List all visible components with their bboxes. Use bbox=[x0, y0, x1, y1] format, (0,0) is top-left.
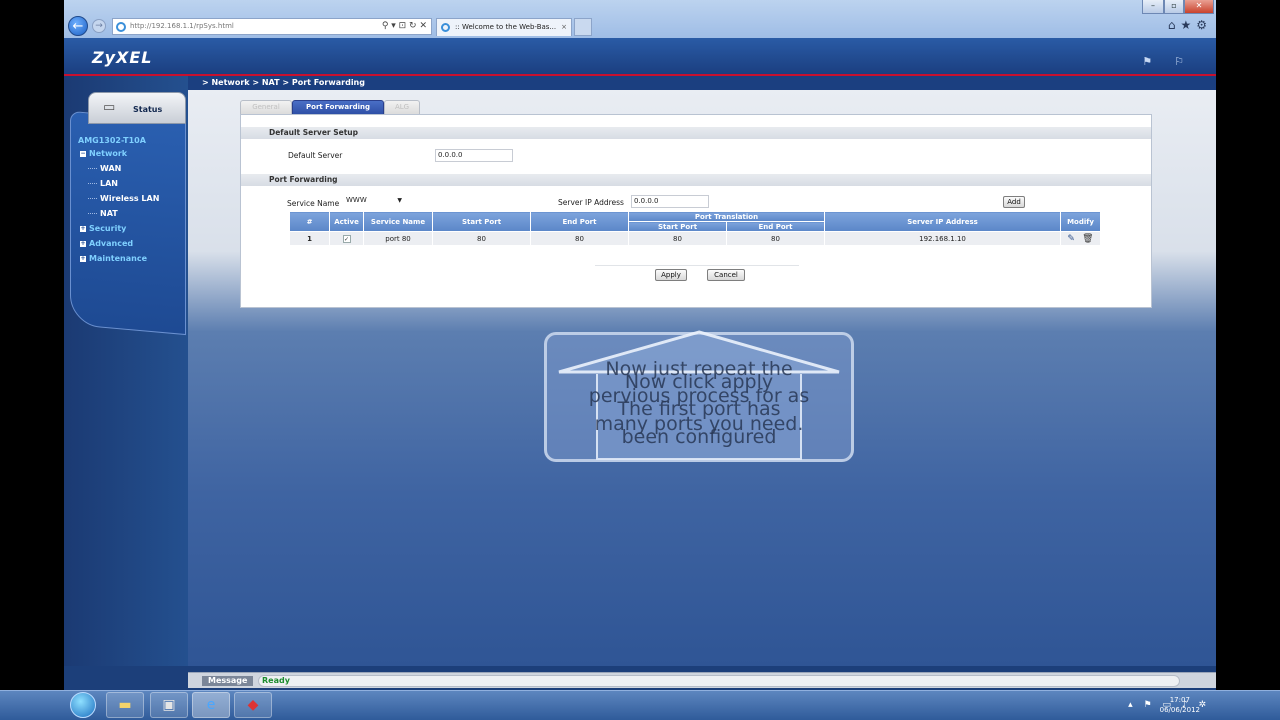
delete-icon[interactable]: 🗑 bbox=[1082, 234, 1093, 244]
tab-alg[interactable]: ALG bbox=[384, 100, 420, 114]
message-label: Message bbox=[202, 676, 254, 686]
message-status: Ready bbox=[262, 676, 290, 685]
sidebar-item-label: Maintenance bbox=[89, 254, 148, 263]
new-tab-button[interactable] bbox=[574, 18, 592, 36]
service-name-label: Service Name bbox=[287, 199, 340, 208]
port-forwarding-table: # Active Service Name Start Port End Por… bbox=[289, 211, 1101, 246]
default-server-section-title: Default Server Setup bbox=[241, 127, 1151, 139]
sidebar-item-maintenance[interactable]: + Maintenance bbox=[80, 254, 147, 263]
col-num: # bbox=[289, 211, 330, 232]
default-server-input[interactable]: 0.0.0.0 bbox=[435, 149, 513, 162]
explorer-taskbar-icon[interactable]: ▬ bbox=[106, 692, 144, 718]
col-start-port: Start Port bbox=[432, 211, 531, 232]
col-active: Active bbox=[329, 211, 364, 232]
sidebar-item-nat[interactable]: NAT bbox=[88, 209, 118, 218]
sidebar: ▭ Status AMG1302-T10A − Network WAN LAN W… bbox=[64, 76, 188, 666]
sidebar-item-label: Security bbox=[89, 224, 127, 233]
col-modify: Modify bbox=[1060, 211, 1101, 232]
col-server-ip: Server IP Address bbox=[824, 211, 1061, 232]
status-label: Status bbox=[133, 105, 163, 114]
row-modify: ✎ 🗑 bbox=[1060, 231, 1101, 246]
collapse-icon: − bbox=[80, 149, 86, 157]
expand-icon: + bbox=[80, 239, 86, 247]
tab-title: :: Welcome to the Web-Bas... bbox=[455, 23, 557, 31]
back-button[interactable]: ← bbox=[68, 16, 88, 36]
tutorial-overlay: Now just repeat the Now click apply perv… bbox=[544, 330, 854, 462]
sidebar-item-wireless-lan[interactable]: Wireless LAN bbox=[87, 194, 159, 203]
clock[interactable]: 17:07 06/06/2012 bbox=[1160, 695, 1200, 715]
media-taskbar-icon[interactable]: ▣ bbox=[150, 692, 188, 718]
row-start-port: 80 bbox=[432, 231, 531, 246]
server-ip-input[interactable]: 0.0.0.0 bbox=[631, 195, 709, 208]
clock-date: 06/06/2012 bbox=[1159, 706, 1200, 714]
tab-general[interactable]: General bbox=[240, 100, 292, 114]
divider bbox=[595, 265, 799, 266]
browser-window: – ▫ ✕ ← → http://192.168.1.1/rpSys.html … bbox=[64, 0, 1216, 720]
breadcrumb: > Network > NAT > Port Forwarding bbox=[188, 76, 1216, 90]
chevron-down-icon: ▼ bbox=[397, 197, 402, 204]
expand-icon: + bbox=[80, 254, 86, 262]
sidebar-item-lan[interactable]: LAN bbox=[88, 179, 118, 188]
minimize-button[interactable]: – bbox=[1142, 0, 1164, 14]
router-header: ZyXEL ⚑⚐ bbox=[64, 38, 1216, 76]
row-end-port: 80 bbox=[530, 231, 629, 246]
row-service: port 80 bbox=[363, 231, 433, 246]
url-text: http://192.168.1.1/rpSys.html bbox=[130, 22, 234, 30]
sidebar-item-advanced[interactable]: + Advanced bbox=[80, 239, 133, 248]
search-refresh-stop-icons[interactable]: ⚲ ▾ ⊡ ↻ ✕ bbox=[382, 19, 427, 34]
cancel-button[interactable]: Cancel bbox=[707, 269, 745, 281]
apply-button[interactable]: Apply bbox=[655, 269, 687, 281]
table-row: 1 ✓ port 80 80 80 80 80 192.168.1.10 ✎ 🗑 bbox=[289, 231, 1101, 246]
settings-panel: Default Server Setup Default Server 0.0.… bbox=[240, 114, 1152, 308]
clock-time: 17:07 bbox=[1169, 696, 1190, 704]
ie-tab-icon bbox=[441, 23, 450, 32]
header-icons[interactable]: ⚑⚐ bbox=[1142, 55, 1206, 68]
service-name-value: WWW bbox=[346, 196, 367, 204]
browser-tab[interactable]: :: Welcome to the Web-Bas... × bbox=[436, 18, 572, 36]
close-window-button[interactable]: ✕ bbox=[1184, 0, 1214, 14]
active-checkbox[interactable]: ✓ bbox=[342, 234, 351, 243]
tab-port-forwarding[interactable]: Port Forwarding bbox=[292, 100, 384, 114]
sidebar-item-label: Network bbox=[89, 149, 128, 158]
message-track bbox=[258, 675, 1180, 687]
status-button[interactable]: ▭ Status bbox=[88, 92, 186, 124]
device-name: AMG1302-T10A bbox=[78, 136, 146, 145]
col-translation-end: End Port bbox=[726, 221, 825, 232]
close-tab-icon[interactable]: × bbox=[561, 19, 567, 35]
sidebar-item-wan[interactable]: WAN bbox=[87, 164, 121, 173]
edit-icon[interactable]: ✎ bbox=[1067, 234, 1075, 244]
browser-chrome: – ▫ ✕ ← → http://192.168.1.1/rpSys.html … bbox=[64, 0, 1216, 38]
col-service-name: Service Name bbox=[363, 211, 433, 232]
add-button[interactable]: Add bbox=[1003, 196, 1025, 208]
overlay-text-6: been configured bbox=[621, 426, 777, 448]
port-forwarding-section-title: Port Forwarding bbox=[241, 174, 1151, 186]
ie-page-icon bbox=[116, 22, 126, 32]
row-active: ✓ bbox=[329, 231, 364, 246]
router-icon: ▭ bbox=[103, 100, 116, 115]
default-server-label: Default Server bbox=[288, 151, 343, 160]
zyxel-logo: ZyXEL bbox=[92, 48, 153, 67]
row-server-ip: 192.168.1.10 bbox=[824, 231, 1061, 246]
sidebar-item-label: Advanced bbox=[89, 239, 134, 248]
start-button[interactable] bbox=[70, 692, 96, 718]
server-ip-label: Server IP Address bbox=[558, 198, 624, 207]
row-translation-start: 80 bbox=[628, 231, 727, 246]
message-bar: Message Ready bbox=[188, 672, 1216, 688]
sidebar-item-network[interactable]: − Network bbox=[80, 149, 127, 158]
forward-button[interactable]: → bbox=[92, 19, 106, 33]
address-bar[interactable]: http://192.168.1.1/rpSys.html ⚲ ▾ ⊡ ↻ ✕ bbox=[112, 18, 432, 35]
maximize-button[interactable]: ▫ bbox=[1164, 0, 1184, 14]
col-end-port: End Port bbox=[530, 211, 629, 232]
col-port-translation: Port Translation bbox=[628, 211, 825, 222]
row-num: 1 bbox=[289, 231, 330, 246]
recorder-taskbar-icon[interactable]: ◆ bbox=[234, 692, 272, 718]
home-favorites-tools-icons[interactable]: ⌂★⚙ bbox=[1168, 18, 1212, 32]
col-translation-start: Start Port bbox=[628, 221, 727, 232]
sidebar-item-security[interactable]: + Security bbox=[80, 224, 126, 233]
row-translation-end: 80 bbox=[726, 231, 825, 246]
ie-taskbar-icon[interactable]: e bbox=[192, 692, 230, 718]
service-name-select[interactable]: WWW ▼ bbox=[344, 195, 404, 208]
expand-icon: + bbox=[80, 224, 86, 232]
